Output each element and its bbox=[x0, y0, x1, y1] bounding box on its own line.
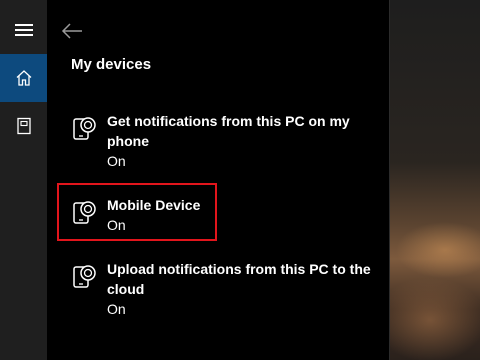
home-icon bbox=[16, 70, 31, 86]
phone-notification-icon bbox=[73, 265, 96, 288]
notebook-icon bbox=[16, 117, 31, 135]
device-item-get-notifications[interactable]: Get notifications from this PC on my pho… bbox=[71, 111, 371, 171]
highlight-box bbox=[57, 183, 217, 241]
settings-pane: My devices Get notifications from this P… bbox=[47, 0, 390, 360]
device-status: On bbox=[107, 301, 126, 317]
desktop-wallpaper bbox=[390, 0, 480, 360]
device-status: On bbox=[107, 153, 126, 169]
hamburger-icon bbox=[14, 24, 33, 36]
notebook-button[interactable] bbox=[0, 102, 47, 150]
device-item-upload-notifications[interactable]: Upload notifications from this PC to the… bbox=[71, 259, 371, 319]
phone-notification-icon bbox=[73, 117, 96, 140]
menu-button[interactable] bbox=[0, 6, 47, 54]
back-arrow-icon bbox=[61, 23, 82, 39]
navigation-rail bbox=[0, 0, 47, 360]
device-title: Upload notifications from this PC to the… bbox=[107, 261, 371, 297]
back-button[interactable] bbox=[57, 18, 87, 44]
page-title: My devices bbox=[71, 56, 152, 73]
device-title: Get notifications from this PC on my pho… bbox=[107, 113, 350, 149]
home-button[interactable] bbox=[0, 54, 47, 102]
